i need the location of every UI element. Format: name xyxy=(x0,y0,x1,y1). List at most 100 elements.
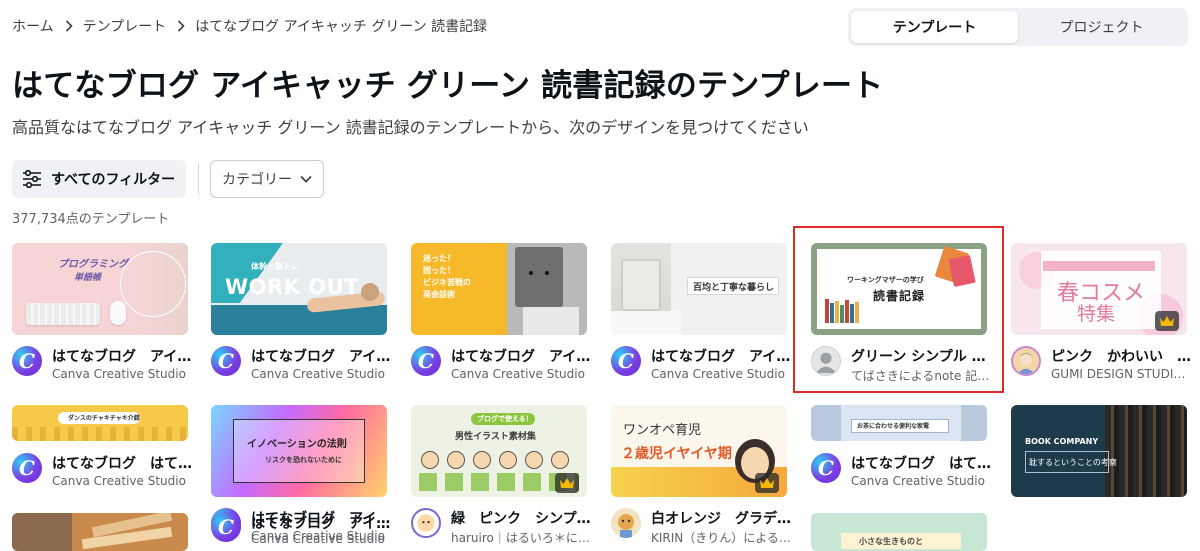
template-card[interactable]: BOOK COMPANY 耽するということの考察 xyxy=(1011,405,1191,497)
template-thumbnail[interactable]: 百均と丁寧な暮らし xyxy=(611,243,787,335)
template-title[interactable]: はてなブログ アイ… xyxy=(251,513,391,533)
creator-avatar[interactable]: C xyxy=(12,453,42,483)
thumb-text: 男性イラスト素材集 xyxy=(455,432,536,442)
page-title: はてなブログ アイキャッチ グリーン 読書記録のテンプレート xyxy=(12,68,884,104)
template-title[interactable]: ピンク かわいい … xyxy=(1051,346,1191,366)
creator-avatar[interactable]: C xyxy=(611,346,641,376)
creator-avatar[interactable] xyxy=(411,508,441,538)
premium-crown-icon xyxy=(755,473,779,493)
template-card[interactable]: ワンオペ育児 ２歳児イヤイヤ期 白オレンジ グラデ… KIRIN（きりん）による… xyxy=(611,405,791,545)
thumb-text: プログラミング xyxy=(58,259,128,270)
view-toggle: テンプレート プロジェクト xyxy=(848,8,1188,46)
selection-highlight xyxy=(793,226,1004,393)
thumb-text: 百均と丁寧な暮らし xyxy=(693,283,775,293)
template-card[interactable]: 迷った！ 困った！ ビジネ苦戦の 英会話術 C はてなブログ アイ… Canva… xyxy=(411,243,591,383)
creator-avatar[interactable]: C xyxy=(811,453,841,483)
all-filters-label: すべてのフィルター xyxy=(51,172,176,188)
template-thumbnail[interactable]: お茶に合わせる便利な家電 xyxy=(811,405,987,441)
chevron-right-icon xyxy=(65,20,73,32)
template-title[interactable]: はてなブログ はて… xyxy=(52,453,192,473)
template-title[interactable]: はてなブログ アイ… xyxy=(251,346,391,366)
thumb-text: イノベーションの法則 xyxy=(247,439,347,450)
thumb-text: 耽するということの考察 xyxy=(1029,458,1117,467)
thumb-text: 困った！ xyxy=(423,266,455,275)
template-title[interactable]: 白オレンジ グラデ… xyxy=(651,508,791,528)
thumb-text: ２歳児イヤイヤ期 xyxy=(621,446,732,462)
template-title[interactable]: 緑 ピンク シンプ… xyxy=(451,508,591,528)
template-title[interactable]: はてなブログ アイ… xyxy=(651,346,791,366)
template-thumbnail[interactable]: イノベーションの法則 リスクを恐れないために xyxy=(211,405,387,497)
creator-avatar[interactable]: C xyxy=(211,512,241,542)
breadcrumb-templates[interactable]: テンプレート xyxy=(83,16,167,36)
template-card[interactable]: 体幹と筋トレ WORK OUT C はてなブログ アイ… Canva Creat… xyxy=(211,243,391,383)
sliders-icon xyxy=(22,170,42,188)
template-thumbnail[interactable]: ダンスのチャキチャキ介錯 xyxy=(12,405,188,441)
template-author[interactable]: Canva Creative Studio xyxy=(651,367,791,381)
creator-avatar[interactable]: C xyxy=(12,346,42,376)
template-thumbnail[interactable] xyxy=(12,513,188,551)
template-title[interactable]: はてなブログ アイ… xyxy=(52,346,192,366)
thumb-text: 体幹と筋トレ xyxy=(251,262,299,271)
template-author[interactable]: Canva Creative Studio xyxy=(851,474,991,488)
template-card[interactable]: プログラミング 単語帳 C はてなブログ アイ… Canva Creative … xyxy=(12,243,192,383)
template-thumbnail[interactable]: BOOK COMPANY 耽するということの考察 xyxy=(1011,405,1187,497)
premium-crown-icon xyxy=(1155,311,1179,331)
template-count: 377,734点のテンプレート xyxy=(12,212,170,227)
all-filters-button[interactable]: すべてのフィルター xyxy=(12,160,186,198)
template-card[interactable]: 百均と丁寧な暮らし C はてなブログ アイ… Canva Creative St… xyxy=(611,243,791,383)
filter-divider xyxy=(198,163,199,195)
template-thumbnail[interactable]: ブログで使える！ 男性イラスト素材集 xyxy=(411,405,587,497)
template-author[interactable]: KIRIN（きりん）による… xyxy=(651,529,791,546)
template-thumbnail[interactable]: 小さな生きものと xyxy=(811,513,987,551)
chevron-down-icon xyxy=(300,175,312,183)
thumb-text: 迷った！ xyxy=(423,254,455,263)
thumb-text: ブログで使える！ xyxy=(477,415,533,423)
template-thumbnail[interactable]: ワンオペ育児 ２歳児イヤイヤ期 xyxy=(611,405,787,497)
template-card[interactable]: 小さな生きものと xyxy=(811,513,991,551)
thumb-text: 単語帳 xyxy=(74,273,102,283)
breadcrumb-current: はてなブログ アイキャッチ グリーン 読書記録 xyxy=(195,19,488,35)
category-label: カテゴリー xyxy=(222,172,292,188)
template-thumbnail[interactable]: 春コスメ 特集 xyxy=(1011,243,1187,335)
page-subtitle: 高品質なはてなブログ アイキャッチ グリーン 読書記録のテンプレートから、次のデ… xyxy=(12,118,809,137)
template-author[interactable]: Canva Creative Studio xyxy=(251,367,391,381)
template-title[interactable]: はてなブログ アイ… xyxy=(451,346,591,366)
thumb-text: お茶に合わせる便利な家電 xyxy=(857,423,930,430)
template-author[interactable]: Canva Creative Studio xyxy=(451,367,591,381)
thumb-text: ダンスのチャキチャキ介錯 xyxy=(68,415,140,422)
template-thumbnail[interactable]: 迷った！ 困った！ ビジネ苦戦の 英会話術 xyxy=(411,243,587,335)
template-card[interactable]: ダンスのチャキチャキ介錯 C はてなブログ はて… Canva Creative… xyxy=(12,405,192,495)
thumb-text: WORK OUT xyxy=(225,275,359,299)
chevron-right-icon xyxy=(177,20,185,32)
tab-projects[interactable]: プロジェクト xyxy=(1018,11,1185,43)
thumb-text: リスクを恐れないために xyxy=(265,456,342,464)
template-thumbnail[interactable]: 体幹と筋トレ WORK OUT xyxy=(211,243,387,335)
breadcrumb: ホーム テンプレート はてなブログ アイキャッチ グリーン 読書記録 xyxy=(12,16,487,36)
creator-avatar[interactable]: C xyxy=(411,346,441,376)
top-bar: ホーム テンプレート はてなブログ アイキャッチ グリーン 読書記録 テンプレー… xyxy=(0,0,1200,52)
template-author[interactable]: Canva Creative Studio xyxy=(52,474,192,488)
category-dropdown[interactable]: カテゴリー xyxy=(210,160,324,198)
creator-avatar[interactable] xyxy=(1011,346,1041,376)
template-author[interactable]: Canva Creative Studio xyxy=(251,532,391,546)
template-card[interactable]: C はてなブログ アイ… Canva Creative Studio xyxy=(211,512,391,550)
template-author[interactable]: haruiro｜はるいろ＊に… xyxy=(451,529,591,546)
creator-avatar[interactable] xyxy=(611,508,641,538)
tab-templates[interactable]: テンプレート xyxy=(851,11,1018,43)
breadcrumb-home[interactable]: ホーム xyxy=(12,16,54,36)
template-card[interactable]: お茶に合わせる便利な家電 C はてなブログ はて… Canva Creative… xyxy=(811,405,991,495)
thumb-text: 小さな生きものと xyxy=(859,537,923,546)
thumb-text: 英会話術 xyxy=(423,290,455,299)
creator-avatar[interactable]: C xyxy=(211,346,241,376)
thumb-text: 特集 xyxy=(1077,303,1116,325)
template-author[interactable]: GUMI DESIGN STUDIO… xyxy=(1051,367,1191,381)
thumb-text: ワンオペ育児 xyxy=(623,423,702,438)
template-card[interactable]: ブログで使える！ 男性イラスト素材集 緑 ピンク シンプ… haruiro｜はる… xyxy=(411,405,591,545)
template-author[interactable]: Canva Creative Studio xyxy=(52,367,192,381)
template-card[interactable] xyxy=(12,513,192,551)
template-card[interactable]: 春コスメ 特集 ピンク かわいい … GUMI DESIGN STUDIO… xyxy=(1011,243,1191,383)
thumb-text: BOOK COMPANY xyxy=(1025,437,1099,446)
template-thumbnail[interactable]: プログラミング 単語帳 xyxy=(12,243,188,335)
thumb-text: ビジネ苦戦の xyxy=(423,278,471,287)
template-title[interactable]: はてなブログ はて… xyxy=(851,453,991,473)
